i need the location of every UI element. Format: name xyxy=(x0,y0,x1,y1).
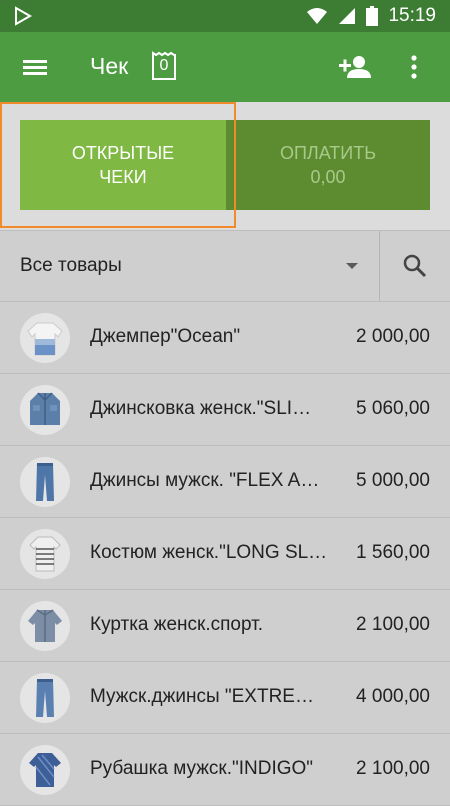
product-price: 1 560,00 xyxy=(356,542,430,563)
product-row[interactable]: Мужск.джинсы "EXTRE… 4 000,00 xyxy=(0,662,450,734)
product-name: Костюм женск."LONG SL… xyxy=(90,542,328,563)
status-bar: 15:19 xyxy=(0,0,450,32)
product-row[interactable]: Джинсы мужск. "FLEX A… 5 000,00 xyxy=(0,446,450,518)
more-options-icon[interactable] xyxy=(404,52,424,82)
pay-button[interactable]: ОПЛАТИТЬ 0,00 xyxy=(226,120,430,210)
denim-shirt-icon xyxy=(20,385,70,435)
toolbar: Чек 0 xyxy=(0,32,450,102)
product-name: Джемпер"Ocean" xyxy=(90,326,241,347)
pay-label: ОПЛАТИТЬ xyxy=(279,143,377,163)
page-title: Чек xyxy=(90,53,129,79)
dropdown-arrow-icon[interactable] xyxy=(346,263,358,269)
product-name: Рубашка мужск."INDIGO" xyxy=(90,758,314,779)
search-icon[interactable] xyxy=(402,253,428,279)
product-price: 5 060,00 xyxy=(356,398,430,419)
battery-icon xyxy=(366,6,379,26)
jeans-icon xyxy=(20,457,70,507)
striped-top-icon xyxy=(20,529,70,579)
product-name: Джинсковка женск."SLI… xyxy=(90,398,312,419)
product-list: Джемпер"Ocean" 2 000,00 Джинсковка женск… xyxy=(0,302,450,806)
status-time: 15:19 xyxy=(388,5,436,26)
product-name: Куртка женск.спорт. xyxy=(90,614,264,635)
product-row[interactable]: Куртка женск.спорт. 2 100,00 xyxy=(0,590,450,662)
product-row[interactable]: Костюм женск."LONG SL… 1 560,00 xyxy=(0,518,450,590)
product-price: 5 000,00 xyxy=(356,470,430,491)
shirt-icon xyxy=(20,745,70,795)
category-filter-bar: Все товары xyxy=(0,230,450,302)
product-price: 2 100,00 xyxy=(356,614,430,635)
category-dropdown[interactable]: Все товары xyxy=(20,255,122,277)
jeans-icon xyxy=(20,673,70,723)
signal-icon xyxy=(339,8,356,24)
play-store-icon xyxy=(15,6,32,26)
jacket-icon xyxy=(20,601,70,651)
product-price: 4 000,00 xyxy=(356,686,430,707)
sweater-icon xyxy=(20,313,70,363)
wifi-icon xyxy=(307,8,328,24)
product-price: 2 100,00 xyxy=(356,758,430,779)
product-name: Мужск.джинсы "EXTRE… xyxy=(90,686,314,707)
add-customer-icon[interactable] xyxy=(338,52,372,82)
ticket-counter[interactable]: 0 xyxy=(151,51,177,81)
highlight-frame xyxy=(0,102,236,228)
pay-amount: 0,00 xyxy=(310,167,346,187)
divider xyxy=(379,231,380,301)
ticket-count: 0 xyxy=(159,57,169,74)
product-row[interactable]: Рубашка мужск."INDIGO" 2 100,00 xyxy=(0,734,450,806)
product-row[interactable]: Джинсковка женск."SLI… 5 060,00 xyxy=(0,374,450,446)
product-price: 2 000,00 xyxy=(356,326,430,347)
product-row[interactable]: Джемпер"Ocean" 2 000,00 xyxy=(0,302,450,374)
product-name: Джинсы мужск. "FLEX A… xyxy=(90,470,320,491)
hamburger-menu-icon[interactable] xyxy=(20,53,50,81)
